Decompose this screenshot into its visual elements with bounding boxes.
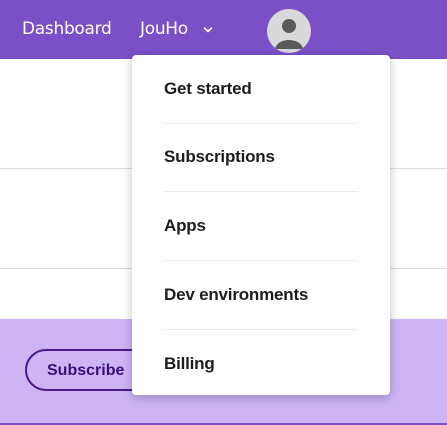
menu-item-label: Billing	[164, 354, 215, 373]
user-icon	[275, 19, 303, 49]
menu-item-billing[interactable]: Billing	[164, 330, 358, 398]
user-menu-toggle[interactable]: JouHo	[140, 19, 188, 39]
menu-item-label: Apps	[164, 216, 206, 235]
menu-item-dev-environments[interactable]: Dev environments	[164, 261, 358, 330]
menu-item-label: Subscriptions	[164, 147, 275, 166]
menu-item-apps[interactable]: Apps	[164, 192, 358, 261]
top-navigation-bar: Dashboard JouHo	[0, 0, 447, 59]
nav-dashboard-link[interactable]: Dashboard	[22, 19, 112, 39]
menu-item-label: Dev environments	[164, 285, 309, 304]
menu-item-get-started[interactable]: Get started	[164, 55, 358, 124]
chevron-down-icon[interactable]	[202, 24, 214, 36]
menu-item-subscriptions[interactable]: Subscriptions	[164, 123, 358, 192]
menu-item-label: Get started	[164, 79, 252, 98]
avatar[interactable]	[267, 9, 311, 53]
user-dropdown-menu: Get started Subscriptions Apps Dev envir…	[132, 55, 390, 395]
